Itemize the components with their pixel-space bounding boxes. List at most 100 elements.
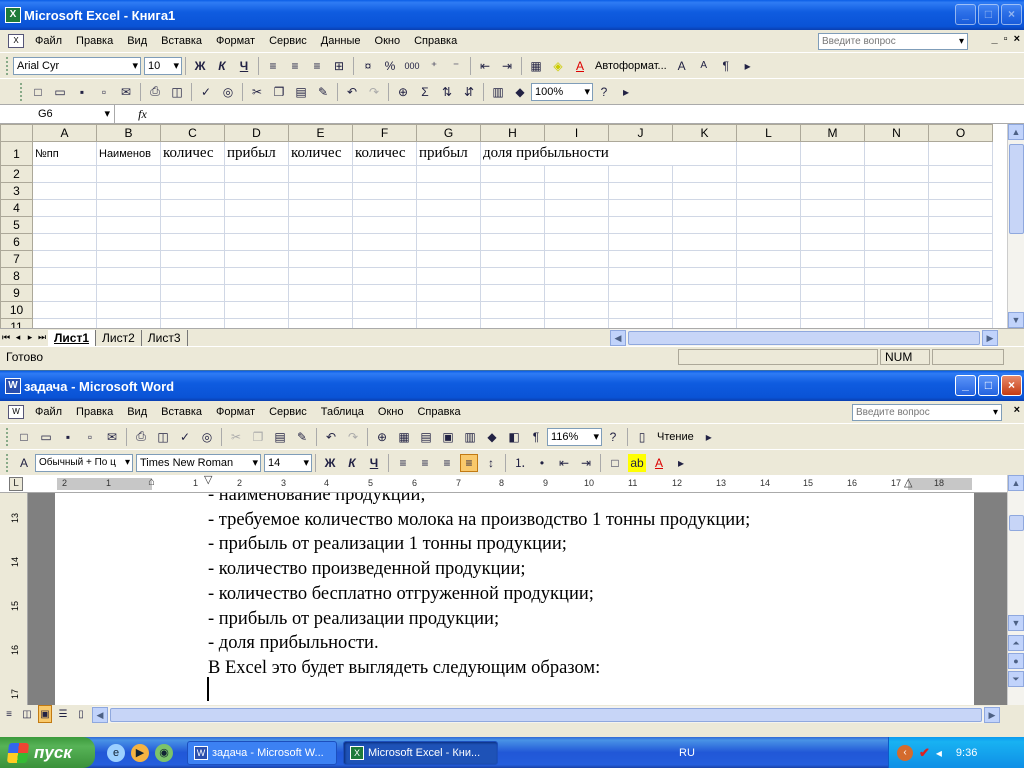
excel-doc-close-icon[interactable]: ×	[1014, 33, 1020, 45]
cell-D1[interactable]: прибыл	[224, 141, 289, 166]
word-menu-window[interactable]: Окно	[371, 406, 411, 418]
excel-menu-format[interactable]: Формат	[209, 35, 262, 47]
align-right-icon[interactable]: ≡	[438, 454, 456, 472]
excel-font-select[interactable]: Arial Cyr	[13, 56, 141, 75]
redo-icon[interactable]: ↷	[344, 428, 362, 446]
tab-selector-icon[interactable]: L	[9, 477, 23, 491]
scroll-left-icon[interactable]: ◀	[92, 706, 108, 723]
row-header[interactable]: 2	[0, 165, 33, 183]
word-titlebar[interactable]: W задача - Microsoft Word _ □ ×	[0, 371, 1024, 401]
excel-menu-window[interactable]: Окно	[368, 35, 408, 47]
prev-sheet-icon[interactable]: ◂	[12, 332, 24, 343]
new-document-icon[interactable]: □	[15, 428, 33, 446]
scroll-right-icon[interactable]: ▶	[982, 329, 998, 346]
taskbar-item-word[interactable]: W задача - Microsoft W...	[187, 740, 337, 765]
excel-horizontal-scrollbar[interactable]: ◀ ▶	[610, 329, 998, 346]
percent-button[interactable]: %	[381, 57, 399, 75]
font-color-icon[interactable]: A	[571, 57, 589, 75]
row-header[interactable]: 5	[0, 216, 33, 234]
cell-F1[interactable]: количес	[352, 141, 417, 166]
open-folder-icon[interactable]: ▭	[51, 83, 69, 101]
language-indicator[interactable]: RU	[679, 747, 695, 759]
excel-menu-edit[interactable]: Правка	[69, 35, 120, 47]
next-page-icon[interactable]: ⏷	[1008, 671, 1024, 687]
grow-font-icon[interactable]: A	[673, 57, 691, 75]
sheet-tab-3[interactable]: Лист3	[142, 329, 188, 346]
toolbar-grip[interactable]	[20, 82, 23, 101]
column-header[interactable]: F	[352, 124, 417, 142]
cell-G1[interactable]: прибыл	[416, 141, 481, 166]
excel-ask-question-input[interactable]: Введите вопрос	[818, 33, 968, 50]
align-left-icon[interactable]: ≡	[394, 454, 412, 472]
save-icon[interactable]: ▪	[59, 428, 77, 446]
last-sheet-icon[interactable]: ⏭	[36, 332, 48, 343]
bullets-icon[interactable]: •	[533, 454, 551, 472]
cell-H1[interactable]: доля прибыльности	[480, 141, 673, 166]
insert-function-icon[interactable]: fx	[115, 107, 170, 122]
cell[interactable]	[864, 141, 929, 166]
open-folder-icon[interactable]: ▭	[37, 428, 55, 446]
print-preview-icon[interactable]: ◫	[154, 428, 172, 446]
research-icon[interactable]: ◎	[219, 83, 237, 101]
cell-B1[interactable]: Наименов	[96, 141, 161, 166]
scroll-thumb[interactable]	[628, 330, 980, 345]
word-close-button[interactable]: ×	[1001, 375, 1022, 396]
column-header[interactable]: J	[608, 124, 673, 142]
print-preview-icon[interactable]: ◫	[168, 83, 186, 101]
internet-explorer-icon[interactable]: e	[107, 743, 125, 762]
format-painter-icon[interactable]: ✎	[314, 83, 332, 101]
reading-layout-button[interactable]: Чтение	[657, 431, 694, 443]
excel-app-icon[interactable]: X	[5, 7, 21, 23]
currency-icon[interactable]: ¤	[359, 57, 377, 75]
show-desktop-icon[interactable]: ◉	[155, 743, 173, 762]
style-select[interactable]: Обычный + По ц	[35, 453, 133, 472]
column-header[interactable]: B	[96, 124, 161, 142]
excel-menu-file[interactable]: Файл	[28, 35, 69, 47]
row-header[interactable]: 6	[0, 233, 33, 251]
excel-menu-tools[interactable]: Сервис	[262, 35, 314, 47]
word-vertical-scrollbar[interactable]: ▲ ▼ ⏶ ● ⏷	[1007, 475, 1024, 705]
read-icon[interactable]: ▯	[633, 428, 651, 446]
word-menu-tools[interactable]: Сервис	[262, 406, 314, 418]
row-header[interactable]: 9	[0, 284, 33, 302]
redo-icon[interactable]: ↷	[365, 83, 383, 101]
paragraph-direction-icon[interactable]: ¶	[717, 57, 735, 75]
word-menu-help[interactable]: Справка	[410, 406, 467, 418]
column-header[interactable]: D	[224, 124, 289, 142]
borders-icon[interactable]: ▦	[527, 57, 545, 75]
print-icon[interactable]: ⎙	[146, 83, 164, 101]
align-center-icon[interactable]: ≡	[286, 57, 304, 75]
excel-maximize-button[interactable]: □	[978, 4, 999, 25]
email-icon[interactable]: ✉	[103, 428, 121, 446]
cell[interactable]	[928, 141, 993, 166]
word-menu-format[interactable]: Формат	[209, 406, 262, 418]
scroll-thumb[interactable]	[1009, 144, 1024, 234]
browse-object-icon[interactable]: ●	[1008, 653, 1024, 669]
scroll-down-icon[interactable]: ▼	[1008, 615, 1024, 631]
word-menu-insert[interactable]: Вставка	[154, 406, 209, 418]
cell-C1[interactable]: количес	[160, 141, 225, 166]
volume-icon[interactable]: ◂	[936, 746, 942, 760]
bold-button[interactable]: Ж	[321, 454, 339, 472]
toolbar-options-icon[interactable]: ▸	[739, 57, 757, 75]
italic-button[interactable]: К	[213, 57, 231, 75]
excel-workbook-icon[interactable]: X	[8, 34, 24, 48]
scroll-thumb[interactable]	[110, 707, 982, 722]
document-text[interactable]: - наименование продукции; - требуемое ко…	[208, 493, 750, 681]
excel-doc-restore-icon[interactable]: ▫	[1004, 33, 1008, 45]
paste-icon[interactable]: ▤	[292, 83, 310, 101]
word-menu-file[interactable]: Файл	[28, 406, 69, 418]
formula-input[interactable]	[170, 105, 1024, 123]
word-zoom-select[interactable]: 116%	[547, 427, 602, 446]
undo-icon[interactable]: ↶	[322, 428, 340, 446]
permission-icon[interactable]: ▫	[81, 428, 99, 446]
next-sheet-icon[interactable]: ▸	[24, 332, 36, 343]
increase-decimal-icon[interactable]: ⁺	[425, 57, 443, 75]
clock[interactable]: 9:36	[956, 747, 977, 759]
excel-menu-insert[interactable]: Вставка	[154, 35, 209, 47]
new-document-icon[interactable]: □	[29, 83, 47, 101]
word-minimize-button[interactable]: _	[955, 375, 976, 396]
word-document-icon[interactable]: W	[8, 405, 24, 419]
left-indent-marker-icon[interactable]: ⌂	[148, 476, 155, 488]
first-sheet-icon[interactable]: ⏮	[0, 332, 12, 343]
